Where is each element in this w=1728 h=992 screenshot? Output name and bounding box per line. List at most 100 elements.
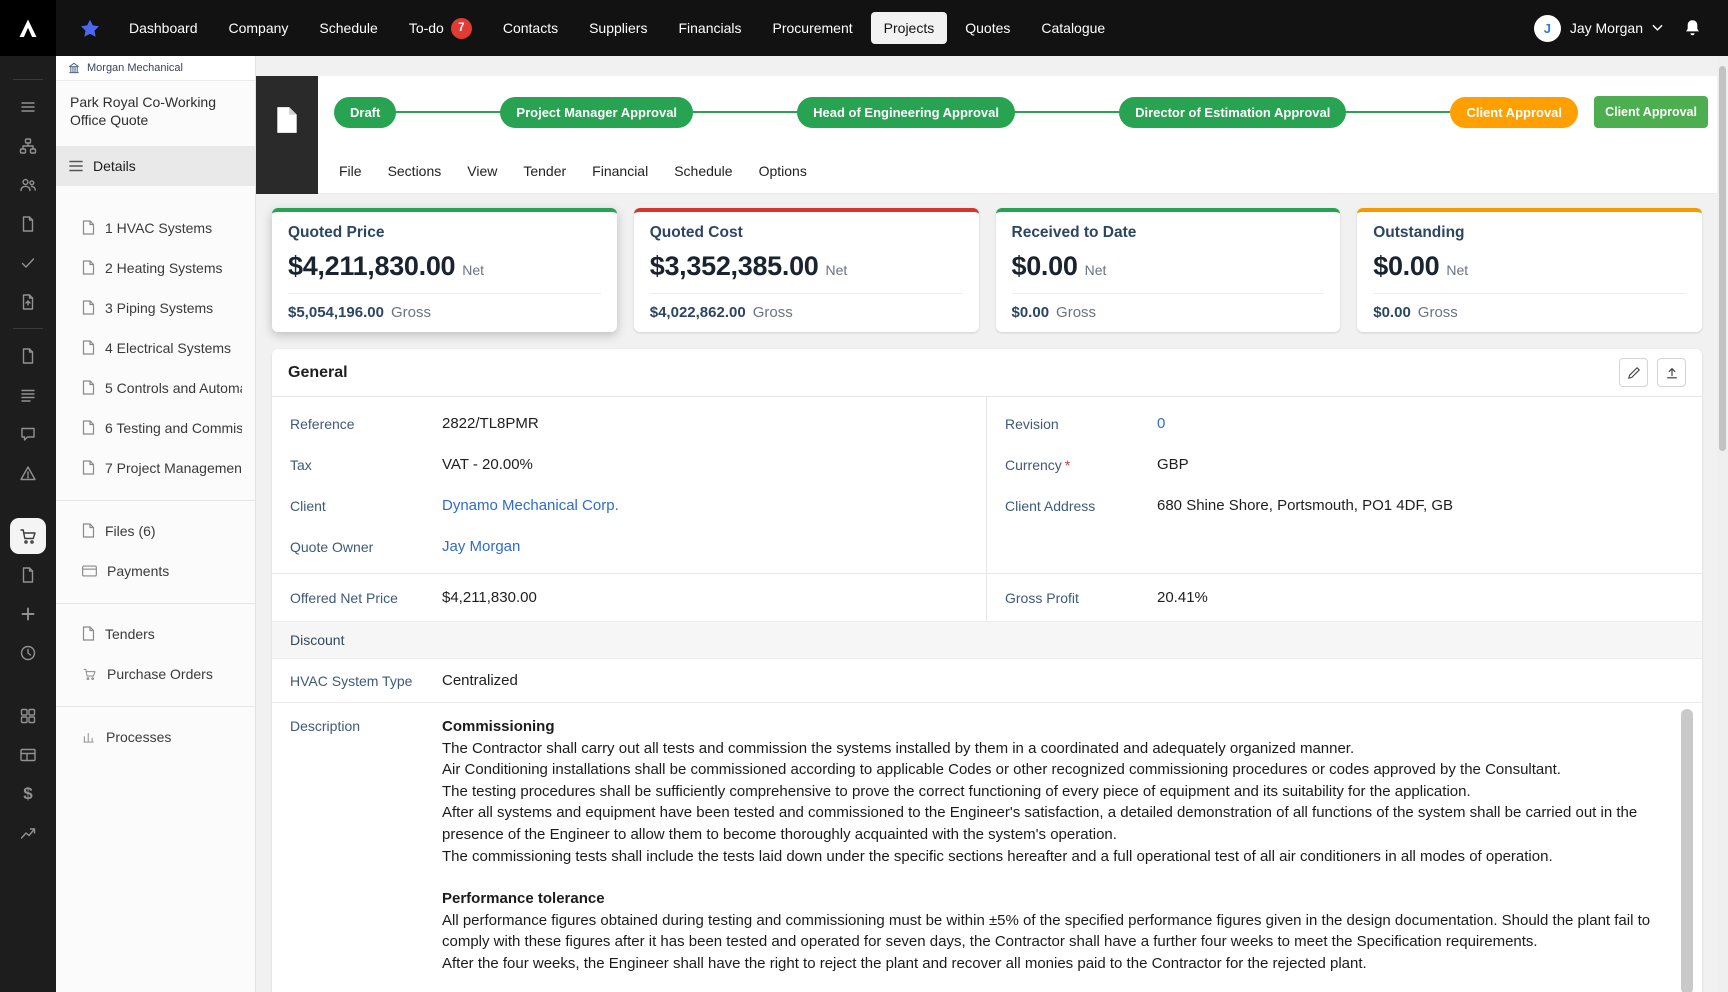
description-scrollbar-thumb[interactable]	[1681, 709, 1693, 992]
export-button[interactable]	[1657, 358, 1686, 387]
quote-menubar: File Sections View Tender Financial Sche…	[318, 148, 1728, 194]
top-navigation: Dashboard Company Schedule To-do 7 Conta…	[0, 0, 1728, 56]
field-label: Reference	[290, 416, 442, 432]
client-link[interactable]: Dynamo Mechanical Corp.	[442, 497, 619, 514]
sidebar-section-controls[interactable]: 5 Controls and Automation	[56, 368, 255, 408]
sidebar-section-hvac[interactable]: 1 HVAC Systems	[56, 208, 255, 248]
step-project-manager-approval[interactable]: Project Manager Approval	[500, 97, 693, 128]
menu-tender[interactable]: Tender	[510, 155, 579, 187]
rail-sitemap-icon[interactable]	[0, 126, 56, 165]
rail-file-icon[interactable]	[0, 336, 56, 375]
menu-sections[interactable]: Sections	[375, 155, 455, 187]
page-scrollbar[interactable]	[1717, 56, 1728, 992]
stat-quoted-cost[interactable]: Quoted Cost $3,352,385.00 Net $4,022,862…	[634, 208, 979, 332]
nav-quotes[interactable]: Quotes	[952, 12, 1023, 44]
breadcrumb-label: Morgan Mechanical	[87, 62, 183, 74]
quote-sidebar: Morgan Mechanical Park Royal Co-Working …	[56, 56, 256, 992]
menu-schedule[interactable]: Schedule	[661, 155, 745, 187]
avatar: J	[1534, 15, 1561, 42]
stat-gross-amount: $0.00	[1012, 304, 1050, 321]
nav-financials[interactable]: Financials	[665, 12, 754, 44]
stat-net-suffix: Net	[1085, 262, 1107, 278]
rail-check-icon[interactable]	[0, 243, 56, 282]
rail-rows-icon[interactable]	[0, 375, 56, 414]
nav-company[interactable]: Company	[216, 12, 302, 44]
sidebar-item-payments[interactable]: Payments	[56, 551, 255, 591]
field-value: 20.41%	[1157, 589, 1208, 606]
user-menu[interactable]: J Jay Morgan	[1534, 15, 1663, 42]
quote-owner-link[interactable]: Jay Morgan	[442, 538, 520, 555]
menu-view[interactable]: View	[454, 155, 510, 187]
sidebar-section-project-management[interactable]: 7 Project Management	[56, 448, 255, 488]
rail-grid-icon[interactable]	[0, 696, 56, 735]
nav-projects[interactable]: Projects	[871, 12, 948, 44]
description-line: The commissioning tests shall include th…	[442, 846, 1668, 868]
document-icon	[82, 340, 95, 355]
stat-title: Quoted Price	[288, 224, 601, 242]
discount-section-header[interactable]: Discount	[272, 621, 1702, 659]
revision-link[interactable]: 0	[1157, 415, 1165, 432]
rail-plus-icon[interactable]	[0, 594, 56, 633]
processes-icon	[82, 730, 96, 744]
sidebar-section-heating[interactable]: 2 Heating Systems	[56, 248, 255, 288]
nav-catalogue[interactable]: Catalogue	[1028, 12, 1118, 44]
rail-trend-icon[interactable]	[0, 813, 56, 852]
sidebar-item-tenders[interactable]: Tenders	[56, 614, 255, 654]
rail-users-icon[interactable]	[0, 165, 56, 204]
stat-gross-row: $5,054,196.00Gross	[288, 294, 601, 321]
field-label: Offered Net Price	[290, 590, 442, 606]
stat-received-to-date[interactable]: Received to Date $0.00 Net $0.00Gross	[996, 208, 1341, 332]
sidebar-item-processes[interactable]: Processes	[56, 717, 255, 757]
step-draft[interactable]: Draft	[334, 97, 396, 128]
rail-dollar-icon[interactable]: $	[0, 774, 56, 813]
rail-table-icon[interactable]	[0, 735, 56, 774]
rail-document-export-icon[interactable]	[0, 282, 56, 321]
menu-file[interactable]: File	[326, 155, 375, 187]
sidebar-section-piping[interactable]: 3 Piping Systems	[56, 288, 255, 328]
rail-document-icon[interactable]	[0, 204, 56, 243]
sidebar-item-details[interactable]: Details	[56, 146, 255, 186]
nav-todo-label: To-do	[409, 20, 444, 36]
stat-outstanding[interactable]: Outstanding $0.00 Net $0.00Gross	[1357, 208, 1702, 332]
document-tab[interactable]	[256, 76, 318, 194]
topnav-right: J Jay Morgan	[1534, 15, 1728, 42]
stat-net-amount: $0.00	[1012, 251, 1078, 282]
breadcrumb[interactable]: Morgan Mechanical	[56, 56, 255, 81]
description-text[interactable]: Commissioning The Contractor shall carry…	[442, 716, 1668, 992]
favorites-star-icon[interactable]	[80, 19, 100, 38]
sidebar-section-testing[interactable]: 6 Testing and Commissioning	[56, 408, 255, 448]
sidebar-item-files[interactable]: Files (6)	[56, 511, 255, 551]
app-logo[interactable]	[0, 0, 56, 56]
step-director-of-estimation-approval[interactable]: Director of Estimation Approval	[1119, 97, 1346, 128]
stat-net-amount: $4,211,830.00	[288, 251, 455, 282]
nav-suppliers[interactable]: Suppliers	[576, 12, 660, 44]
rail-clock-icon[interactable]	[0, 633, 56, 672]
client-approval-button[interactable]: Client Approval	[1594, 96, 1708, 128]
sidebar-sections: 1 HVAC Systems 2 Heating Systems 3 Pipin…	[56, 208, 255, 488]
stat-net-suffix: Net	[462, 262, 484, 278]
stat-quoted-price[interactable]: Quoted Price $4,211,830.00 Net $5,054,19…	[272, 208, 617, 332]
nav-schedule[interactable]: Schedule	[306, 12, 390, 44]
sidebar-item-purchase-orders[interactable]: Purchase Orders	[56, 654, 255, 694]
page-scrollbar-thumb[interactable]	[1719, 66, 1726, 451]
menu-options[interactable]: Options	[746, 155, 820, 187]
menu-financial[interactable]: Financial	[579, 155, 661, 187]
rail-list-icon[interactable]	[0, 87, 56, 126]
nav-todo[interactable]: To-do 7	[396, 10, 485, 47]
nav-dashboard[interactable]: Dashboard	[116, 12, 211, 44]
arrow-up-icon	[1665, 366, 1679, 380]
rail-alert-icon[interactable]	[0, 453, 56, 492]
general-fields: Reference 2822/TL8PMR Tax VAT - 20.00% C…	[272, 397, 1702, 573]
rail-invoice-icon[interactable]	[0, 555, 56, 594]
notifications-bell-icon[interactable]	[1683, 18, 1702, 38]
nav-procurement[interactable]: Procurement	[760, 12, 866, 44]
rail-cart-icon-selected[interactable]	[0, 516, 56, 555]
edit-button[interactable]	[1619, 358, 1648, 387]
step-head-of-engineering-approval[interactable]: Head of Engineering Approval	[797, 97, 1015, 128]
details-menu-icon	[69, 160, 83, 172]
description-scrollbar[interactable]	[1681, 709, 1693, 992]
nav-contacts[interactable]: Contacts	[490, 12, 571, 44]
sidebar-section-electrical[interactable]: 4 Electrical Systems	[56, 328, 255, 368]
rail-chat-icon[interactable]	[0, 414, 56, 453]
step-client-approval[interactable]: Client Approval	[1450, 97, 1578, 128]
